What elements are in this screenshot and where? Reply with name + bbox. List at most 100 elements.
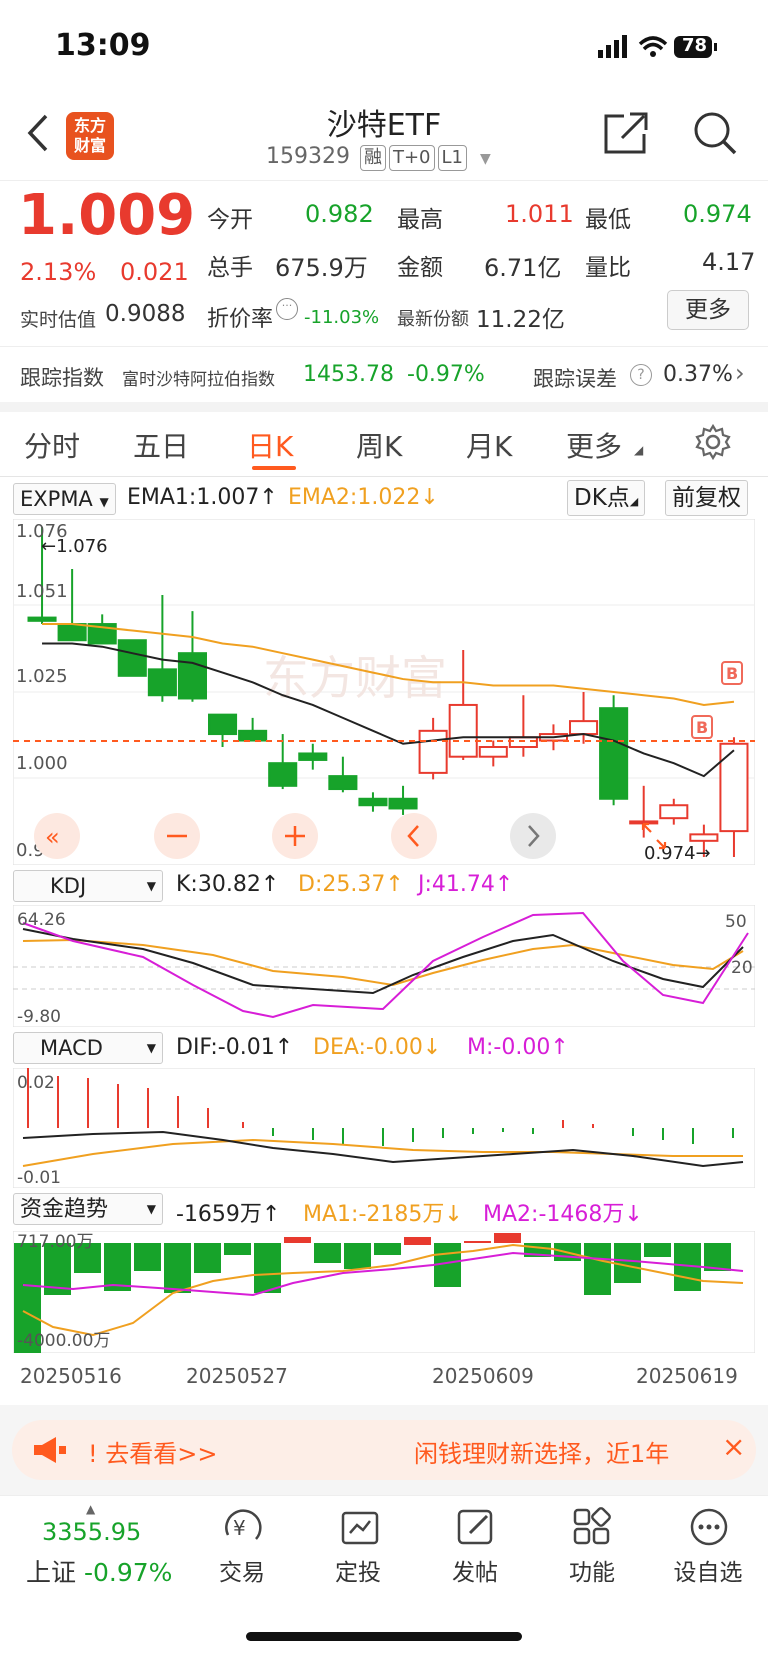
fund-bar xyxy=(464,1241,491,1243)
indicator-select-expma[interactable]: EXPMA ▼ xyxy=(13,483,116,515)
info-dots-icon[interactable]: ··· xyxy=(276,298,298,320)
candle-body[interactable] xyxy=(569,720,599,736)
candle-body[interactable] xyxy=(508,736,538,748)
nav-add-watchlist[interactable]: 设自选 xyxy=(653,1553,763,1587)
battery-level: 78 xyxy=(681,35,708,56)
candle-body[interactable] xyxy=(358,797,388,807)
candle-body[interactable] xyxy=(599,707,629,800)
candlestick-chart[interactable]: 东方财富 1.076 1.051 1.025 1.000 0.974 ←1.07… xyxy=(13,519,755,865)
settings-gear-icon[interactable] xyxy=(694,423,732,461)
help-icon[interactable]: ? xyxy=(630,364,652,386)
chevron-right-icon[interactable]: › xyxy=(735,359,745,387)
indicator-select-macd[interactable]: MACD ▼ xyxy=(13,1032,163,1064)
macd-chart[interactable]: 0.02 -0.01 xyxy=(13,1068,755,1188)
high-label: 最高 xyxy=(397,207,443,233)
candle-body[interactable] xyxy=(689,833,719,842)
candle-body[interactable] xyxy=(27,616,57,622)
indicator-select-kdj[interactable]: KDJ ▼ xyxy=(13,870,163,902)
nav-functions[interactable]: 功能 xyxy=(537,1553,647,1587)
nav-fixed-invest[interactable]: 定投 xyxy=(303,1553,413,1587)
sh-index[interactable]: 上证 -0.97% xyxy=(26,1553,172,1589)
header: 东方 财富 沙特ETF 159329 融 T+0 L1 ▼ xyxy=(0,92,768,181)
tab-intraday[interactable]: 分时 xyxy=(24,425,80,465)
tracking-index-pct: -0.97% xyxy=(407,362,485,387)
buy-marker-label: B xyxy=(726,664,738,683)
tab-more[interactable]: 更多 xyxy=(566,425,622,465)
candle-body[interactable] xyxy=(478,746,508,758)
candle-body[interactable] xyxy=(388,797,418,810)
tab-monthly-k[interactable]: 月K xyxy=(466,425,512,465)
macd-dif: DIF:-0.01↑ xyxy=(176,1035,294,1060)
fund-bar xyxy=(194,1243,221,1273)
security-code-row: 159329 融 T+0 L1 ▼ xyxy=(266,144,491,171)
kdj-ref-20: 20 xyxy=(731,958,753,978)
kdj-j-text: J:41.74 xyxy=(418,872,495,897)
share-icon[interactable] xyxy=(602,110,650,156)
watermark: 东方财富 xyxy=(263,652,447,704)
ylabel-3: 1.025 xyxy=(16,666,68,687)
candle-body[interactable] xyxy=(298,752,328,761)
share-value: 11.22亿 xyxy=(476,307,565,333)
iopv-value: 0.9088 xyxy=(105,301,186,327)
tab-daily-k[interactable]: 日K xyxy=(247,425,293,465)
scroll-right-button[interactable] xyxy=(510,813,556,859)
candle-body[interactable] xyxy=(208,713,238,736)
ema1-value: EMA1:1.007↑ xyxy=(127,485,278,510)
fund-bar xyxy=(314,1243,341,1263)
macd-m: M:-0.00↑ xyxy=(467,1035,569,1060)
promo-link[interactable]: ! 去看看>> xyxy=(88,1434,217,1469)
candle-body[interactable] xyxy=(117,639,147,677)
search-icon[interactable] xyxy=(692,110,738,156)
dk-point-button[interactable]: DK点◢ xyxy=(567,480,646,516)
candle-body[interactable] xyxy=(328,775,358,791)
discount-value: -11.03% xyxy=(304,307,380,328)
clock: 13:09 xyxy=(55,28,151,63)
ema2-text: EMA2:1.022 xyxy=(288,485,421,510)
iopv-label: 实时估值 xyxy=(20,309,97,331)
candle-body[interactable] xyxy=(448,703,478,758)
candle-body[interactable] xyxy=(238,729,268,742)
indicator-select-fund-trend[interactable]: 资金趋势 ▼ xyxy=(13,1193,163,1225)
candle-body[interactable] xyxy=(418,729,448,774)
kdj-d: D:25.37↑ xyxy=(298,872,404,897)
high-marker-value: 1.076 xyxy=(56,536,108,557)
low-value: 0.974 xyxy=(683,200,752,228)
macd-m-text: M:-0.00 xyxy=(467,1035,551,1060)
candle-body[interactable] xyxy=(268,762,298,787)
tracking-index-name[interactable]: 富时沙特阿拉伯指数 xyxy=(122,365,275,390)
fund-bar xyxy=(284,1237,311,1243)
fund-bar xyxy=(104,1243,131,1291)
kdj-ymin: -9.80 xyxy=(17,1007,61,1027)
sh-index-value[interactable]: 3355.95 xyxy=(42,1518,141,1546)
more-button[interactable]: 更多 xyxy=(667,290,749,330)
tab-five-day[interactable]: 五日 xyxy=(133,425,189,465)
candle-body[interactable] xyxy=(177,652,207,700)
kdj-j: J:41.74↑ xyxy=(418,872,514,897)
candle-body[interactable] xyxy=(659,804,689,820)
close-icon[interactable]: × xyxy=(722,1430,745,1463)
post-edit-icon xyxy=(457,1509,493,1545)
candle-body[interactable] xyxy=(147,668,177,697)
tracking-error-value: 0.37% xyxy=(663,362,733,387)
fund-ma1: MA1:-2185万↓ xyxy=(303,1202,463,1227)
open-value: 0.982 xyxy=(305,200,374,228)
adjust-button[interactable]: 前复权 xyxy=(665,480,748,516)
fund-trend-chart[interactable]: 717.00万 -4000.00万 xyxy=(13,1231,755,1353)
fund-ymin: -4000.00万 xyxy=(17,1331,110,1351)
candle-body[interactable] xyxy=(57,623,87,642)
status-bar: 13:09 78 xyxy=(0,0,768,92)
dropdown-caret-icon[interactable]: ▼ xyxy=(480,151,491,167)
date-label: 20250609 xyxy=(432,1364,534,1388)
scroll-left-button[interactable] xyxy=(391,813,437,859)
promo-banner[interactable]: ! 去看看>> 闲钱理财新选择，近1年 × xyxy=(12,1420,756,1480)
tab-weekly-k[interactable]: 周K xyxy=(356,425,402,465)
macd-dif-text: DIF:-0.01 xyxy=(176,1035,275,1060)
nav-post[interactable]: 发帖 xyxy=(420,1553,530,1587)
kdj-chart[interactable]: 64.26 -9.80 50 20 xyxy=(13,905,755,1027)
date-label: 20250527 xyxy=(186,1364,288,1388)
fund-bar xyxy=(584,1243,611,1295)
share-label: 最新份额 xyxy=(397,309,469,330)
candle-body[interactable] xyxy=(719,742,749,833)
nav-trade[interactable]: 交易 xyxy=(187,1553,297,1587)
tracking-label: 跟踪指数 xyxy=(20,366,104,390)
